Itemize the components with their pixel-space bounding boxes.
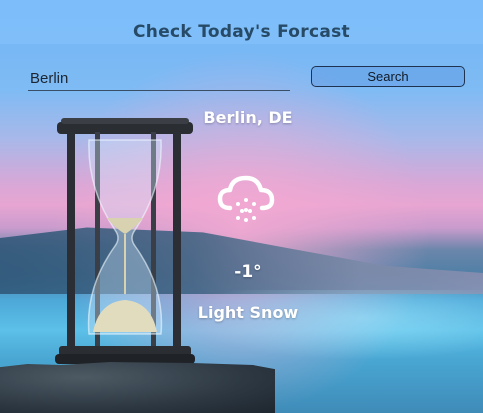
search-button[interactable]: Search — [311, 66, 465, 87]
search-input[interactable] — [28, 66, 290, 91]
background-sea — [180, 290, 483, 360]
rock-image — [0, 362, 275, 413]
location-label: Berlin, DE — [203, 108, 293, 127]
temperature-label: -1° — [234, 262, 262, 282]
hourglass-image — [55, 118, 195, 364]
condition-label: Light Snow — [197, 303, 299, 322]
page-title: Check Today's Forcast — [133, 22, 350, 42]
cloud-snow-icon — [217, 175, 275, 222]
